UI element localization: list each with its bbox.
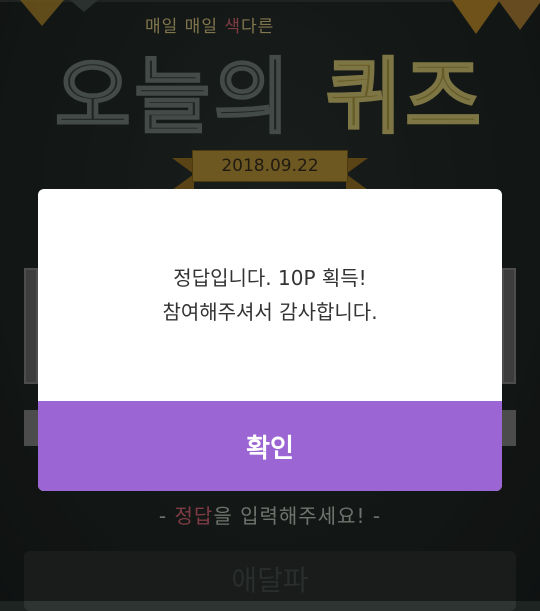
dialog-message: 정답입니다. 10P 획득! 참여해주셔서 감사합니다. [38,189,502,401]
result-dialog: 정답입니다. 10P 획득! 참여해주셔서 감사합니다. 확인 [38,189,502,491]
confirm-button[interactable]: 확인 [38,401,502,491]
dialog-message-line1: 정답입니다. 10P 획득! [173,266,367,290]
dialog-message-line2: 참여해주셔서 감사합니다. [162,300,378,324]
